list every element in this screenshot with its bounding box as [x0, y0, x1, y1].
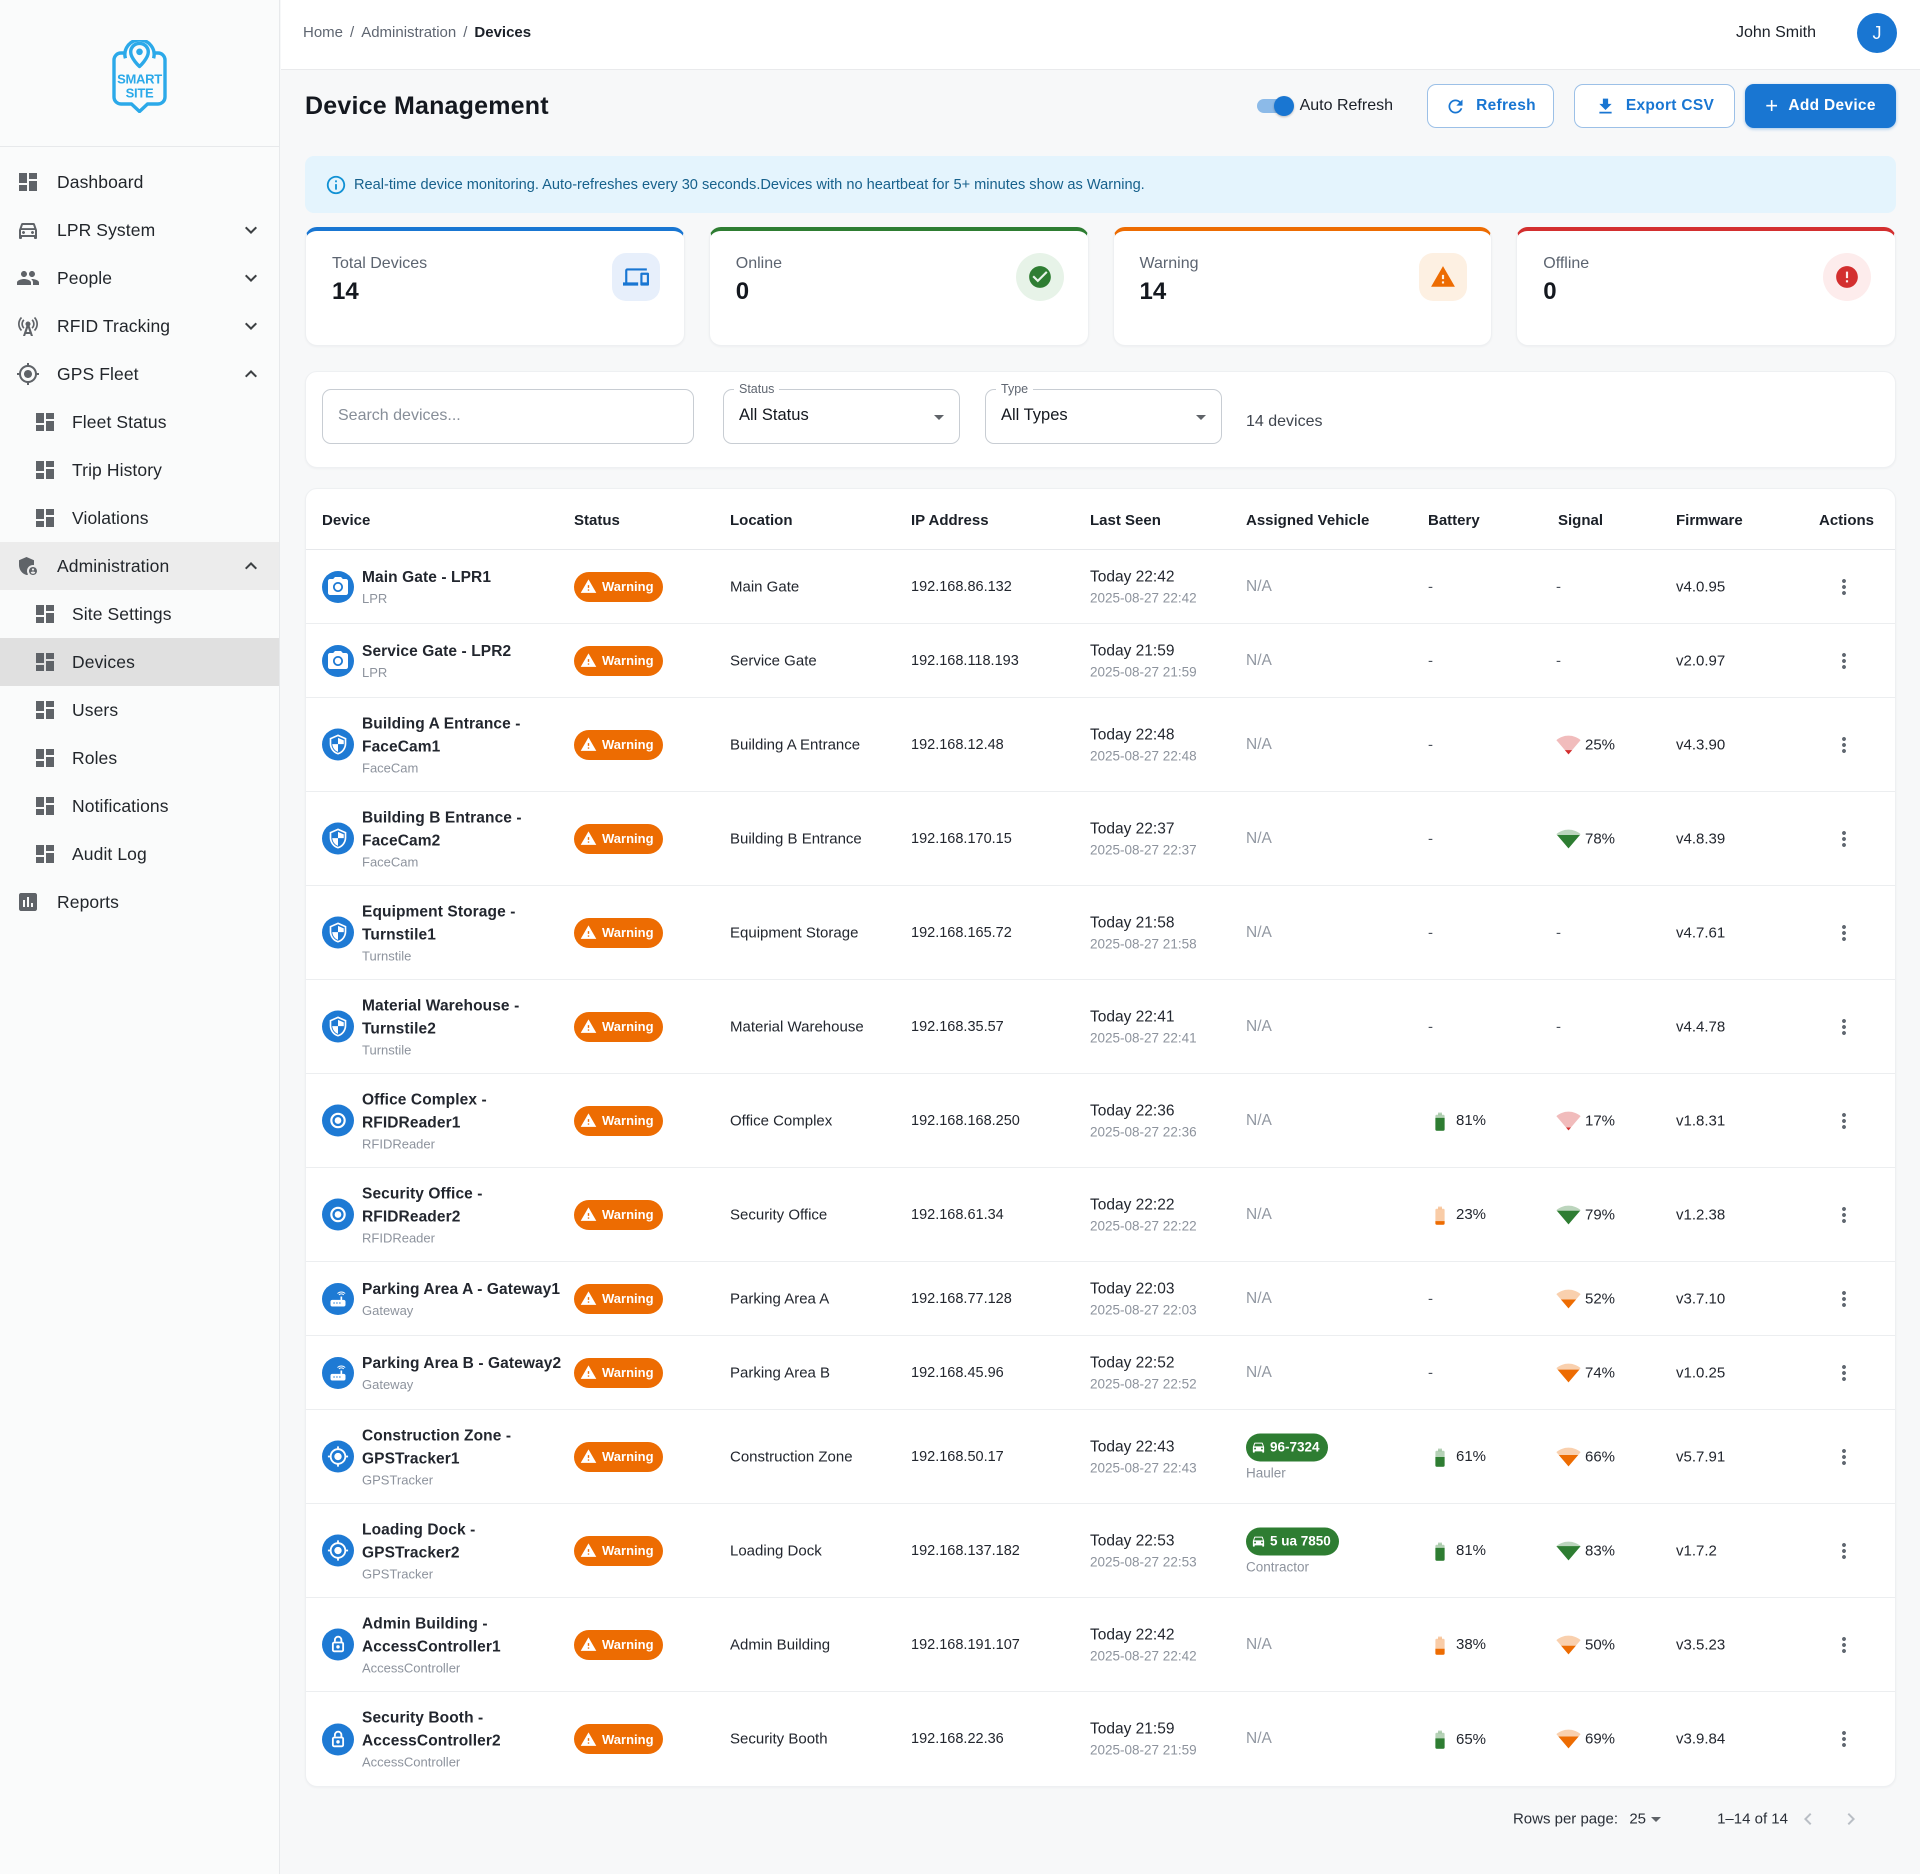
svg-text:SITE: SITE [126, 86, 154, 101]
svg-text:SMART: SMART [117, 72, 162, 87]
